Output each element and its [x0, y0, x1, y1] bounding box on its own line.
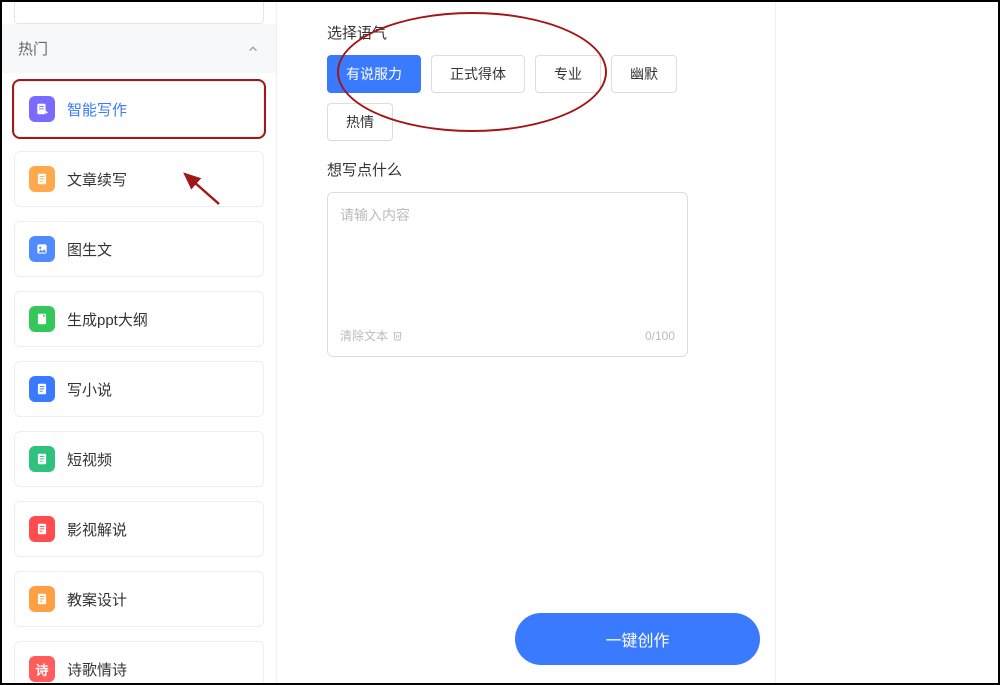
sidebar-item-movie-commentary[interactable]: 影视解说: [14, 501, 264, 557]
sidebar-item-image-to-text[interactable]: 图生文: [14, 221, 264, 277]
sidebar-item-write-novel[interactable]: 写小说: [14, 361, 264, 417]
search-stub: [14, 2, 264, 24]
main-panel: 选择语气 有说服力 正式得体 专业 幽默 热情 想写点什么 清除文本 0/100…: [277, 2, 998, 683]
tone-btn-professional[interactable]: 专业: [535, 55, 601, 93]
clear-text-button[interactable]: 清除文本: [340, 327, 403, 344]
sidebar-item-label: 影视解说: [67, 519, 127, 540]
trash-icon: [392, 330, 403, 341]
sidebar-item-label: 智能写作: [67, 99, 127, 120]
tone-options: 有说服力 正式得体 专业 幽默 热情: [327, 55, 688, 141]
right-divider: [775, 2, 776, 683]
chevron-up-icon: [246, 42, 260, 56]
sidebar-item-label: 生成ppt大纲: [67, 309, 148, 330]
doc-icon: [29, 446, 55, 472]
tone-section-label: 选择语气: [327, 22, 688, 43]
sidebar-item-label: 诗歌情诗: [67, 659, 127, 680]
sidebar-item-poetry[interactable]: 诗 诗歌情诗: [14, 641, 264, 683]
submit-bar: 一键创作: [327, 613, 948, 665]
sidebar-item-label: 文章续写: [67, 169, 127, 190]
sidebar-item-label: 写小说: [67, 379, 112, 400]
doc-icon: [29, 166, 55, 192]
ppt-icon: [29, 306, 55, 332]
sidebar-item-label: 图生文: [67, 239, 112, 260]
tone-btn-humorous[interactable]: 幽默: [611, 55, 677, 93]
doc-icon: [29, 516, 55, 542]
doc-icon: [29, 376, 55, 402]
doc-icon: [29, 586, 55, 612]
sidebar: 热门 智能写作 文章续写 图生文: [2, 2, 277, 683]
sidebar-item-short-video[interactable]: 短视频: [14, 431, 264, 487]
content-textarea-wrap: 清除文本 0/100: [327, 192, 688, 357]
tone-btn-formal[interactable]: 正式得体: [431, 55, 525, 93]
sidebar-section-title: 热门: [18, 38, 48, 59]
sidebar-item-label: 教案设计: [67, 589, 127, 610]
clear-text-label: 清除文本: [340, 327, 388, 344]
char-counter: 0/100: [645, 329, 675, 343]
sidebar-section-hot[interactable]: 热门: [2, 24, 276, 73]
sidebar-item-label: 短视频: [67, 449, 112, 470]
image-text-icon: [29, 236, 55, 262]
doc-edit-icon: [29, 96, 55, 122]
sidebar-item-lesson-plan[interactable]: 教案设计: [14, 571, 264, 627]
sidebar-item-ppt-outline[interactable]: 生成ppt大纲: [14, 291, 264, 347]
content-textarea[interactable]: [340, 205, 675, 327]
sidebar-item-continue-writing[interactable]: 文章续写: [14, 151, 264, 207]
tone-btn-enthusiastic[interactable]: 热情: [327, 103, 393, 141]
tone-btn-persuasive[interactable]: 有说服力: [327, 55, 421, 93]
poem-icon: 诗: [29, 656, 55, 682]
sidebar-item-smart-writing[interactable]: 智能写作: [14, 81, 264, 137]
sidebar-list: 智能写作 文章续写 图生文 生成ppt大纲: [2, 73, 276, 683]
content-section-label: 想写点什么: [327, 159, 688, 180]
create-button[interactable]: 一键创作: [515, 613, 759, 665]
